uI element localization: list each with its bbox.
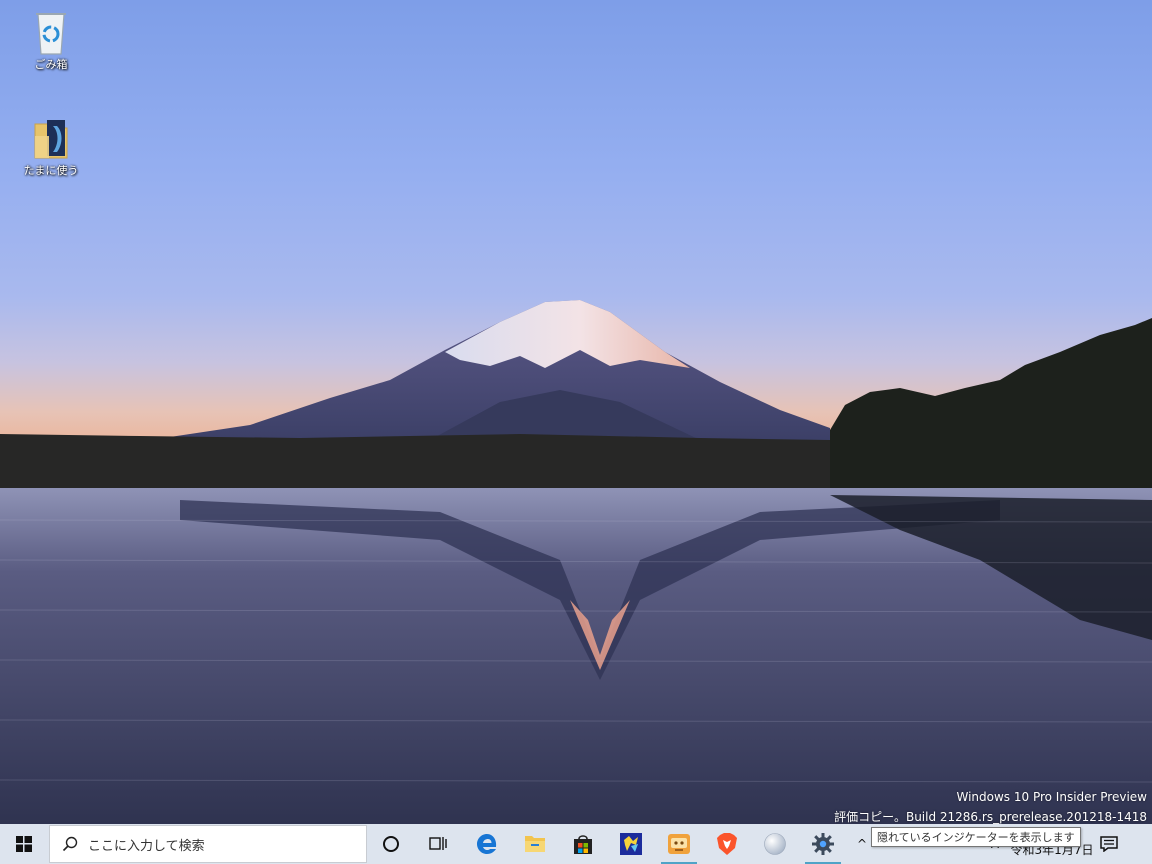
folder-label: たまに使う xyxy=(23,164,79,177)
recycle-bin-icon xyxy=(36,13,66,55)
search-icon xyxy=(62,836,78,852)
chevron-up-icon: ^ xyxy=(856,837,868,851)
search-box[interactable]: ここに入力して検索 xyxy=(49,825,367,863)
build-watermark-line1: Windows 10 Pro Insider Preview xyxy=(956,790,1147,804)
show-hidden-icons-button[interactable]: ^ xyxy=(851,824,873,864)
cortana-circle-icon xyxy=(383,836,399,852)
build-watermark-line2: 評価コピー。Build 21286.rs_prerelease.201218-1… xyxy=(834,810,1147,824)
brave-icon xyxy=(717,833,737,855)
desktop[interactable]: ごみ箱 たまに使う Windows 10 Pro Insider Preview… xyxy=(0,0,1152,824)
search-placeholder: ここに入力して検索 xyxy=(88,838,205,854)
action-center-icon xyxy=(1100,836,1118,852)
task-view-button[interactable] xyxy=(415,824,463,864)
gear-icon xyxy=(812,833,834,855)
taskbar-app-file-explorer[interactable] xyxy=(511,824,559,864)
recycle-bin-label: ごみ箱 xyxy=(34,58,68,71)
desktop-icon-recycle-bin[interactable]: ごみ箱 xyxy=(13,8,89,72)
taskbar-app-blue[interactable] xyxy=(607,824,655,864)
edge-icon xyxy=(477,834,497,854)
desktop-icon-folder[interactable]: たまに使う xyxy=(13,114,89,178)
cortana-button[interactable] xyxy=(367,824,415,864)
taskbar-app-store[interactable] xyxy=(559,824,607,864)
taskbar-app-orange[interactable] xyxy=(655,824,703,864)
taskbar-app-settings[interactable] xyxy=(799,824,847,864)
taskbar-app-sphere[interactable] xyxy=(751,824,799,864)
file-explorer-icon xyxy=(525,836,545,852)
folder-icon xyxy=(34,120,68,159)
hidden-icons-tooltip: 隠れているインジケーターを表示します xyxy=(871,827,1081,847)
action-center-button[interactable] xyxy=(1089,824,1129,864)
taskbar-app-edge[interactable] xyxy=(463,824,511,864)
wallpaper xyxy=(0,300,1152,824)
start-button[interactable] xyxy=(0,824,48,864)
task-view-icon xyxy=(429,837,447,850)
sphere-icon xyxy=(764,833,786,855)
app-icon xyxy=(668,834,690,854)
taskbar-app-brave[interactable] xyxy=(703,824,751,864)
windows-logo-icon xyxy=(16,836,32,852)
app-icon xyxy=(620,833,642,855)
store-icon xyxy=(574,835,592,854)
